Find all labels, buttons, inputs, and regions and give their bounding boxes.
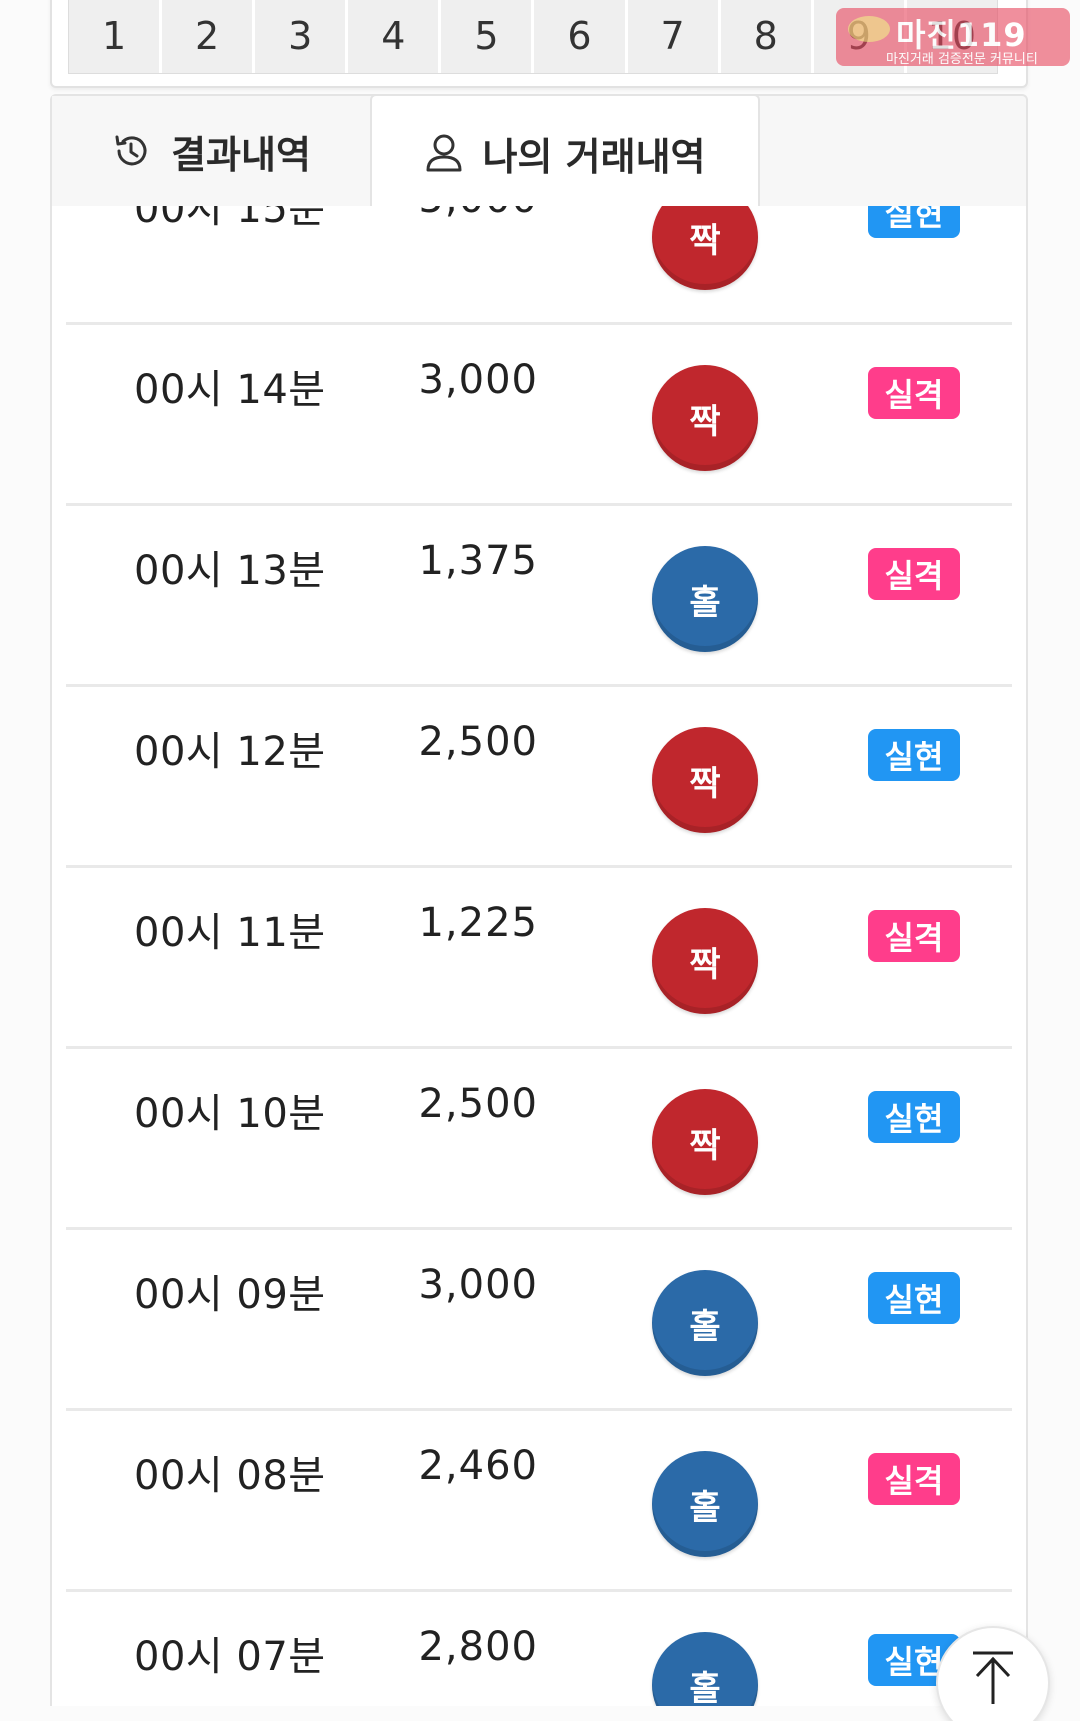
status-badge: 실격 — [868, 1453, 960, 1505]
tab-my-trades-label: 나의 거래내역 — [482, 134, 706, 179]
trade-amount: 5,000 — [418, 206, 538, 222]
trade-time: 00시 13분 — [134, 548, 326, 594]
arrow-up-icon — [969, 1650, 1017, 1710]
status-badge: 실격 — [868, 548, 960, 600]
trade-time: 00시 12분 — [134, 729, 326, 775]
status-badge: 실현 — [868, 1272, 960, 1324]
trade-list-panel: 00시 15분5,000짝실현00시 14분3,000짝실격00시 13분1,3… — [50, 206, 1028, 1706]
trade-time: 00시 11분 — [134, 910, 326, 956]
user-icon — [425, 133, 463, 173]
trade-amount: 3,000 — [418, 1262, 538, 1308]
trade-row[interactable]: 00시 08분 2,460 홀 실격 — [66, 1411, 1012, 1592]
result-ball: 홀 — [652, 1270, 758, 1376]
result-ball: 홀 — [652, 1451, 758, 1557]
result-ball: 홀 — [652, 546, 758, 652]
trade-list: 00시 15분5,000짝실현00시 14분3,000짝실격00시 13분1,3… — [52, 206, 1026, 1706]
trade-row[interactable]: 00시 11분 1,225 짝 실격 — [66, 868, 1012, 1049]
result-ball: 짝 — [652, 365, 758, 471]
trade-amount: 3,000 — [418, 357, 538, 403]
trade-amount: 2,800 — [418, 1624, 538, 1670]
trade-time: 00시 08분 — [134, 1453, 326, 1499]
trade-time: 00시 10분 — [134, 1091, 326, 1137]
result-ball: 짝 — [652, 727, 758, 833]
number-cell-8[interactable]: 8 — [720, 0, 814, 73]
result-ball: 홀 — [652, 1632, 758, 1706]
trade-row[interactable]: 00시 10분 2,500 짝 실현 — [66, 1049, 1012, 1230]
watermark-subtitle: 마진거래 검증전문 커뮤니티 — [886, 52, 1038, 67]
number-cell-2[interactable]: 2 — [162, 0, 256, 73]
number-cell-6[interactable]: 6 — [534, 0, 628, 73]
status-badge: 실격 — [868, 367, 960, 419]
trade-row[interactable]: 00시 09분 3,000 홀 실현 — [66, 1230, 1012, 1411]
status-badge: 실현 — [868, 1091, 960, 1143]
history-icon — [111, 131, 151, 171]
trade-time: 00시 15분 — [134, 206, 326, 232]
status-badge: 실현 — [868, 729, 960, 781]
wings-emblem-icon — [848, 16, 890, 42]
number-cell-1[interactable]: 1 — [69, 0, 163, 73]
trade-row[interactable]: 00시 12분 2,500 짝 실현 — [66, 687, 1012, 868]
trade-amount: 2,500 — [418, 1081, 538, 1127]
number-cell-7[interactable]: 7 — [627, 0, 721, 73]
result-ball: 짝 — [652, 908, 758, 1014]
trade-time: 00시 09분 — [134, 1272, 326, 1318]
number-cell-5[interactable]: 5 — [441, 0, 535, 73]
trade-amount: 1,375 — [418, 538, 538, 584]
trade-row[interactable]: 00시 15분 5,000 짝 실현 — [66, 206, 1012, 325]
trade-time: 00시 14분 — [134, 367, 326, 413]
trade-row[interactable]: 00시 14분 3,000 짝 실격 — [66, 325, 1012, 506]
tab-my-trades[interactable]: 나의 거래내역 — [370, 94, 760, 210]
result-ball: 짝 — [652, 1089, 758, 1195]
number-cell-4[interactable]: 4 — [348, 0, 442, 73]
tab-results-label: 결과내역 — [171, 132, 311, 177]
watermark-logo: 마진119 마진거래 검증전문 커뮤니티 — [836, 8, 1070, 67]
trade-amount: 1,225 — [418, 900, 538, 946]
trade-time: 00시 07분 — [134, 1634, 326, 1680]
trade-row[interactable]: 00시 13분 1,375 홀 실격 — [66, 506, 1012, 687]
trade-history-screen: 1 2 3 4 5 6 7 8 9 10 마진119 마진거래 검증전문 커뮤니… — [0, 0, 1080, 1721]
status-badge: 실현 — [868, 206, 960, 238]
number-cell-3[interactable]: 3 — [255, 0, 349, 73]
result-ball: 짝 — [652, 206, 758, 290]
trade-amount: 2,460 — [418, 1443, 538, 1489]
tab-bar: 결과내역 나의 거래내역 — [50, 94, 1028, 210]
trade-row[interactable]: 00시 07분 2,800 홀 실현 — [66, 1592, 1012, 1706]
status-badge: 실격 — [868, 910, 960, 962]
trade-amount: 2,500 — [418, 719, 538, 765]
tab-results[interactable]: 결과내역 — [52, 96, 370, 208]
